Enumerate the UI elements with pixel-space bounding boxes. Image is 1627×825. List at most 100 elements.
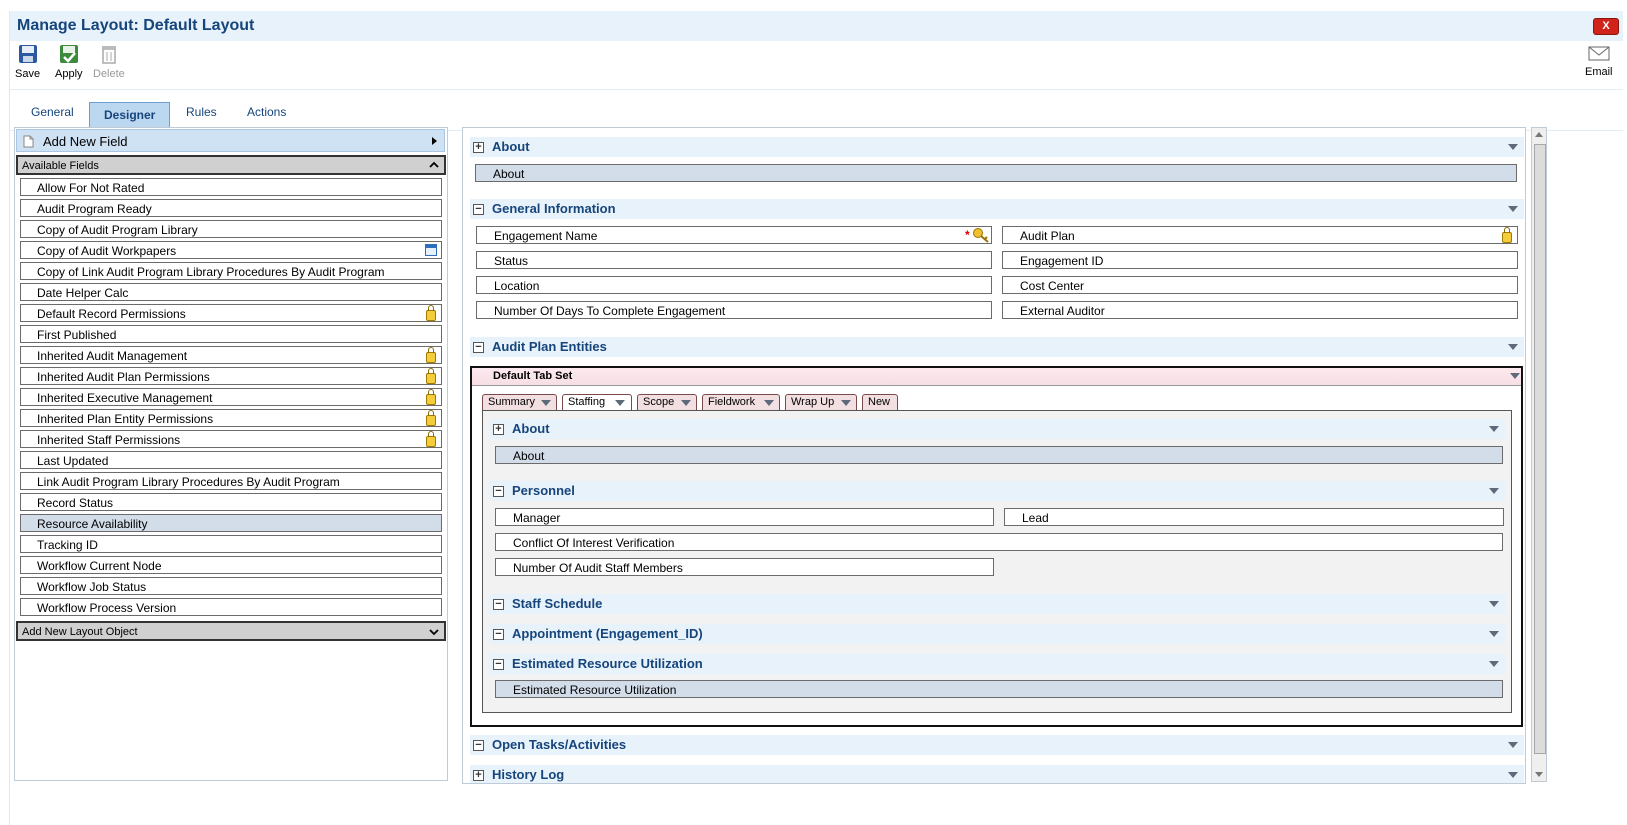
section-open-tasks[interactable]: − Open Tasks/Activities [470, 735, 1524, 755]
list-item[interactable]: Inherited Executive Management [20, 388, 442, 406]
list-item-label: Allow For Not Rated [37, 181, 145, 195]
tab-new[interactable]: New [862, 394, 898, 410]
dropdown-arrow-icon[interactable] [1508, 344, 1518, 350]
tab-summary[interactable]: Summary [482, 394, 557, 410]
list-item[interactable]: Date Helper Calc [20, 283, 442, 301]
section-general-information[interactable]: − General Information [470, 199, 1524, 219]
list-item[interactable]: Inherited Plan Entity Permissions [20, 409, 442, 427]
close-button[interactable]: X [1593, 18, 1619, 35]
layout-field-engagement-id[interactable]: Engagement ID [1002, 251, 1518, 269]
tab-general[interactable]: General [31, 105, 74, 119]
layout-field-conflict-of-interest[interactable]: Conflict Of Interest Verification [495, 533, 1503, 551]
tab-rules[interactable]: Rules [186, 105, 217, 119]
section-staff-schedule[interactable]: − Staff Schedule [490, 594, 1505, 614]
collapse-icon[interactable]: − [473, 342, 484, 353]
section-about[interactable]: + About [470, 137, 1524, 157]
apply-button[interactable]: Apply [55, 44, 83, 80]
lock-icon [426, 368, 436, 384]
expand-icon[interactable]: + [493, 424, 504, 435]
list-item[interactable]: Audit Program Ready [20, 199, 442, 217]
list-item-label: Copy of Audit Program Library [37, 223, 198, 237]
list-item[interactable]: Default Record Permissions [20, 304, 442, 322]
tab-actions[interactable]: Actions [247, 105, 286, 119]
section-audit-plan-entities[interactable]: − Audit Plan Entities [470, 337, 1524, 357]
list-item[interactable]: Inherited Audit Plan Permissions [20, 367, 442, 385]
list-item[interactable]: Copy of Link Audit Program Library Proce… [20, 262, 442, 280]
dropdown-arrow-icon[interactable] [1508, 206, 1518, 212]
list-item[interactable]: Workflow Current Node [20, 556, 442, 574]
list-item[interactable]: Tracking ID [20, 535, 442, 553]
list-item[interactable]: Copy of Audit Workpapers [20, 241, 442, 259]
dropdown-arrow-icon[interactable] [1508, 144, 1518, 150]
layout-field-about[interactable]: About [475, 164, 1517, 182]
vertical-scrollbar[interactable] [1531, 127, 1547, 782]
collapse-icon[interactable]: − [493, 486, 504, 497]
dropdown-arrow-icon[interactable] [1508, 742, 1518, 748]
layout-field-days-to-complete[interactable]: Number Of Days To Complete Engagement [476, 301, 992, 319]
add-layout-object-header[interactable]: Add New Layout Object [16, 621, 446, 641]
expand-icon[interactable]: + [473, 142, 484, 153]
section-estimated-resource-utilization[interactable]: − Estimated Resource Utilization [490, 654, 1505, 674]
list-item-label: Inherited Executive Management [37, 391, 213, 405]
list-item-label: Inherited Audit Plan Permissions [37, 370, 210, 384]
collapse-icon[interactable]: − [493, 629, 504, 640]
tab-set-header[interactable]: Default Tab Set [472, 368, 1521, 386]
email-button[interactable]: Email [1585, 44, 1613, 78]
layout-field-manager[interactable]: Manager [495, 508, 994, 526]
list-item[interactable]: Last Updated [20, 451, 442, 469]
dropdown-arrow-icon[interactable] [1508, 772, 1518, 778]
dropdown-arrow-icon[interactable] [1510, 373, 1520, 379]
tab-designer[interactable]: Designer [89, 102, 171, 127]
scroll-up-icon[interactable] [1535, 132, 1543, 137]
section-about[interactable]: + About [490, 419, 1505, 439]
collapse-icon[interactable]: − [473, 740, 484, 751]
layout-field-about[interactable]: About [495, 446, 1503, 464]
section-personnel[interactable]: − Personnel [490, 481, 1505, 501]
list-item[interactable]: Inherited Audit Management [20, 346, 442, 364]
layout-field-status[interactable]: Status [476, 251, 992, 269]
layout-field-estimated-resource-utilization[interactable]: Estimated Resource Utilization [495, 680, 1503, 698]
dropdown-arrow-icon[interactable] [1489, 631, 1499, 637]
field-label: Cost Center [1020, 279, 1085, 293]
layout-field-external-auditor[interactable]: External Auditor [1002, 301, 1518, 319]
delete-button[interactable]: Delete [93, 44, 125, 80]
dropdown-arrow-icon[interactable] [1489, 488, 1499, 494]
available-fields-header[interactable]: Available Fields [16, 155, 446, 175]
tab-staffing[interactable]: Staffing [562, 394, 632, 410]
layout-field-engagement-name[interactable]: Engagement Name * [476, 226, 992, 244]
layout-field-audit-plan[interactable]: Audit Plan [1002, 226, 1518, 244]
dropdown-arrow-icon[interactable] [1489, 661, 1499, 667]
layout-field-staff-members[interactable]: Number Of Audit Staff Members [495, 558, 994, 576]
list-item[interactable]: Inherited Staff Permissions [20, 430, 442, 448]
add-new-field-button[interactable]: Add New Field [16, 129, 445, 152]
collapse-icon[interactable]: − [473, 204, 484, 215]
section-title: About [512, 421, 550, 436]
dropdown-arrow-icon[interactable] [1489, 601, 1499, 607]
tab-scope[interactable]: Scope [637, 394, 697, 410]
tab-fieldwork[interactable]: Fieldwork [702, 394, 780, 410]
list-item-label: Copy of Link Audit Program Library Proce… [37, 265, 385, 279]
list-item[interactable]: Workflow Job Status [20, 577, 442, 595]
section-history-log[interactable]: + History Log [470, 765, 1524, 783]
scrollbar-thumb[interactable] [1534, 144, 1546, 754]
tab-body-staffing: + About About − Personnel Manager Lead C… [482, 410, 1512, 713]
expand-icon[interactable]: + [473, 770, 484, 781]
layout-field-location[interactable]: Location [476, 276, 992, 294]
list-item[interactable]: First Published [20, 325, 442, 343]
layout-field-cost-center[interactable]: Cost Center [1002, 276, 1518, 294]
list-item[interactable]: Record Status [20, 493, 442, 511]
list-item[interactable]: Copy of Audit Program Library [20, 220, 442, 238]
tab-wrap-up[interactable]: Wrap Up [785, 394, 857, 410]
list-item[interactable]: Link Audit Program Library Procedures By… [20, 472, 442, 490]
list-item[interactable]: Workflow Process Version [20, 598, 442, 616]
list-item-selected[interactable]: Resource Availability [20, 514, 442, 532]
list-item[interactable]: Allow For Not Rated [20, 178, 442, 196]
collapse-icon[interactable]: − [493, 599, 504, 610]
scroll-down-icon[interactable] [1535, 772, 1543, 777]
save-button[interactable]: Save [15, 44, 40, 80]
email-label: Email [1585, 66, 1613, 78]
layout-field-lead[interactable]: Lead [1004, 508, 1504, 526]
dropdown-arrow-icon[interactable] [1489, 426, 1499, 432]
section-appointment[interactable]: − Appointment (Engagement_ID) [490, 624, 1505, 644]
collapse-icon[interactable]: − [493, 659, 504, 670]
